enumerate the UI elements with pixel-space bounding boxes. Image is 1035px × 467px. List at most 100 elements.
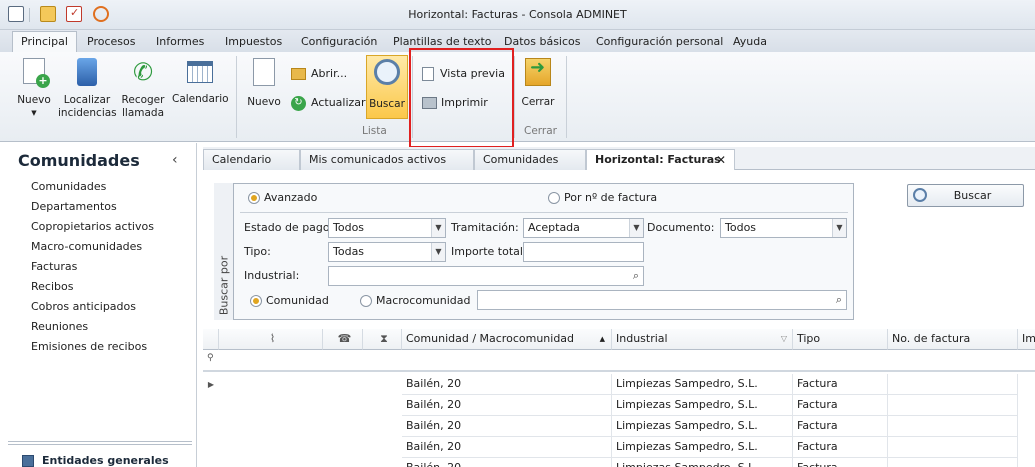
avanzado-radio[interactable] <box>248 192 260 204</box>
nuevo-button[interactable]: Nuevo <box>244 58 284 109</box>
tab-horizontal-facturas[interactable]: Horizontal: Facturas ✕ <box>586 149 735 171</box>
filter-icon[interactable]: ▽ <box>781 329 787 349</box>
comunidad-cell: Bailén, 20 <box>402 374 612 395</box>
navigation-panel: Comunidades ‹ Comunidades Departamentos … <box>0 143 197 467</box>
nav-item-macro-comunidades[interactable]: Macro-comunidades <box>31 240 142 253</box>
tipo-label: Tipo: <box>244 245 271 258</box>
grid-filter-row[interactable]: ⚲ <box>203 350 1035 372</box>
search-icon[interactable]: ⌕ <box>832 291 846 309</box>
title-bar: ✓ Horizontal: Facturas - Consola ADMINET <box>0 0 1035 30</box>
comunidad-cell: Bailén, 20 <box>402 437 612 458</box>
tab-calendario[interactable]: Calendario <box>203 149 300 170</box>
folder-open-icon <box>291 68 306 80</box>
calendario-button[interactable]: Calendario <box>172 58 229 106</box>
tab-ayuda[interactable]: Ayuda <box>733 33 767 52</box>
industrial-label: Industrial: <box>244 269 300 282</box>
chevron-down-icon[interactable]: ▼ <box>832 219 846 237</box>
nav-item-cobros-anticipados[interactable]: Cobros anticipados <box>31 300 136 313</box>
blank-document-icon <box>253 58 275 86</box>
comunidad-radio[interactable] <box>250 295 262 307</box>
numero-factura-column-header[interactable]: No. de factura <box>888 329 1018 350</box>
tab-impuestos[interactable]: Impuestos <box>225 33 282 52</box>
nav-item-emisiones[interactable]: Emisiones de recibos <box>31 340 147 353</box>
table-row[interactable]: Bailén, 20 Limpiezas Sampedro, S.L. Fact… <box>203 437 1035 458</box>
documento-value: Todos <box>725 221 757 234</box>
avanzado-label: Avanzado <box>264 191 318 204</box>
comunidad-input[interactable]: ⌕ <box>477 290 847 310</box>
estado-pago-select[interactable]: Todos ▼ <box>328 218 446 238</box>
industrial-column-header[interactable]: Industrial ▽ <box>612 329 793 350</box>
table-row[interactable]: Bailén, 20 Limpiezas Sampedro, S.L. Fact… <box>203 374 1035 395</box>
tramitacion-select[interactable]: Aceptada ▼ <box>523 218 644 238</box>
recoger-llamada-button[interactable]: ✆ Recoger llamada <box>118 58 168 120</box>
localizar-label: Localizar <box>63 94 111 106</box>
table-row[interactable]: Bailén, 20 Limpiezas Sampedro, S.L. Fact… <box>203 395 1035 416</box>
buscar-button[interactable]: Buscar <box>907 184 1024 207</box>
importe-total-input[interactable] <box>523 242 644 262</box>
actualizar-button[interactable]: ↻ Actualizar <box>291 95 366 111</box>
close-folder-icon: ➜ <box>525 58 551 86</box>
industrial-input[interactable]: ⌕ <box>328 266 644 286</box>
numero-factura-cell <box>888 458 1018 467</box>
tab-comunidades[interactable]: Comunidades <box>474 149 586 170</box>
chevron-down-icon[interactable]: ▼ <box>431 243 445 261</box>
search-icon[interactable]: ⌕ <box>629 267 643 285</box>
collapse-panel-icon[interactable]: ‹ <box>172 152 178 168</box>
hourglass-icon: ⧗ <box>380 332 388 345</box>
localizar-incidencias-button[interactable]: Localizar incidencias <box>58 58 117 120</box>
tab-principal[interactable]: Principal <box>12 31 77 53</box>
search-vertical-tab[interactable]: Buscar por <box>214 183 234 320</box>
tab-informes[interactable]: Informes <box>156 33 204 52</box>
chevron-down-icon: ▼ <box>31 109 37 117</box>
magnifier-icon <box>913 188 927 202</box>
documento-label: Documento: <box>647 221 715 234</box>
nuevo-dropdown-button[interactable]: + Nuevo ▼ <box>14 58 54 120</box>
tab-mis-comunicados[interactable]: Mis comunicados activos <box>300 149 474 170</box>
nav-item-reuniones[interactable]: Reuniones <box>31 320 88 333</box>
tab-config-personal[interactable]: Configuración personal <box>596 33 723 52</box>
phone-icon: ☎ <box>337 332 352 345</box>
panel-title: Comunidades <box>18 151 140 170</box>
recoger-label: Recoger <box>121 94 165 106</box>
abrir-label: Abrir... <box>311 67 348 80</box>
nav-item-facturas[interactable]: Facturas <box>31 260 77 273</box>
table-row[interactable]: Bailén, 20 Limpiezas Sampedro, S.L. Fact… <box>203 416 1035 437</box>
attachment-column-header[interactable]: ⌇ <box>219 329 323 350</box>
nav-item-recibos[interactable]: Recibos <box>31 280 73 293</box>
incidencias-label: incidencias <box>58 107 117 119</box>
abrir-button[interactable]: Abrir... <box>291 66 347 82</box>
tab-procesos[interactable]: Procesos <box>87 33 135 52</box>
nuevo-label: Nuevo <box>247 96 281 108</box>
table-row[interactable]: Bailén, 20 Limpiezas Sampedro, S.L. Fact… <box>203 458 1035 467</box>
tab-configuracion[interactable]: Configuración <box>301 33 377 52</box>
documento-select[interactable]: Todos ▼ <box>720 218 847 238</box>
buscar-ribbon-button[interactable]: Buscar <box>366 55 408 119</box>
new-document-icon: + <box>23 58 50 88</box>
tab-datos-basicos[interactable]: Datos básicos <box>504 33 581 52</box>
entidades-generales-button[interactable]: Entidades generales <box>42 454 169 467</box>
hourglass-column-header[interactable]: ⧗ <box>363 329 402 350</box>
nav-item-departamentos[interactable]: Departamentos <box>31 200 117 213</box>
ribbon-separator <box>236 56 237 138</box>
phone-column-header[interactable]: ☎ <box>323 329 363 350</box>
tipo-select[interactable]: Todas ▼ <box>328 242 446 262</box>
close-tab-icon[interactable]: ✕ <box>716 150 726 170</box>
numero-factura-cell <box>888 374 1018 395</box>
por-numero-radio[interactable] <box>548 192 560 204</box>
nav-item-comunidades[interactable]: Comunidades <box>31 180 106 193</box>
comunidad-column-header[interactable]: Comunidad / Macrocomunidad ▲ <box>402 329 612 350</box>
cerrar-button[interactable]: ➜ Cerrar <box>518 58 558 109</box>
chevron-down-icon[interactable]: ▼ <box>629 219 643 237</box>
buscar-button-label: Buscar <box>953 189 992 202</box>
locate-incidents-icon <box>77 58 97 86</box>
facturas-grid: ⌇ ☎ ⧗ Comunidad / Macrocomunidad ▲ Indust… <box>203 329 1035 467</box>
tipo-column-header[interactable]: Tipo <box>793 329 888 350</box>
nuevo-dropdown-label: Nuevo <box>17 94 51 106</box>
importe-column-header[interactable]: Im <box>1018 329 1035 350</box>
chevron-down-icon[interactable]: ▼ <box>431 219 445 237</box>
lista-group-label: Lista <box>362 125 387 137</box>
llamada-label: llamada <box>121 107 165 119</box>
panel-splitter[interactable] <box>8 441 192 445</box>
macrocomunidad-radio[interactable] <box>360 295 372 307</box>
nav-item-copropietarios[interactable]: Copropietarios activos <box>31 220 154 233</box>
